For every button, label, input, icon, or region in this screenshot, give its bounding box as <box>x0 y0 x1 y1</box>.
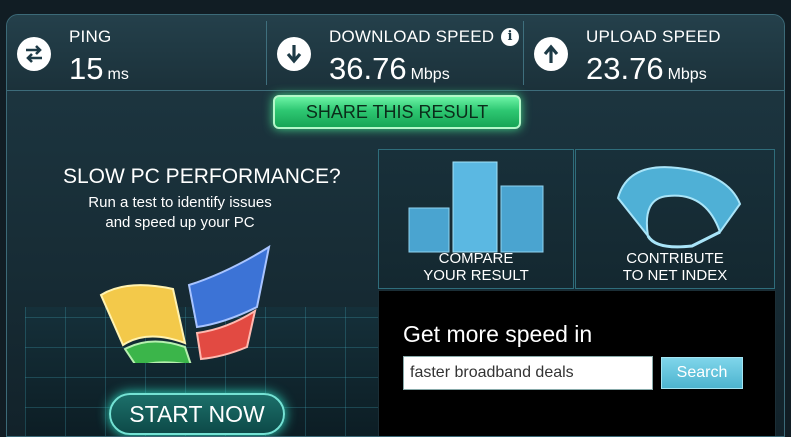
broadband-ad: Get more speed in Search <box>378 290 776 436</box>
download-number: 36.76 <box>329 51 407 86</box>
ping-unit: ms <box>107 66 129 83</box>
contribute-net-index-tile[interactable]: CONTRIBUTE TO NET INDEX <box>575 149 775 289</box>
results-panel: PING 15 ms DOWNLOAD SPEED i 36.76 Mbps U… <box>6 14 785 437</box>
ping-label: PING <box>69 27 112 46</box>
compare-label-line2: YOUR RESULT <box>423 267 529 284</box>
start-now-button[interactable]: START NOW <box>109 393 285 435</box>
contribute-label: CONTRIBUTE TO NET INDEX <box>576 250 774 284</box>
promo-subtitle-line2: and speed up your PC <box>105 214 255 231</box>
compare-result-tile[interactable]: COMPARE YOUR RESULT <box>378 149 574 289</box>
contribute-label-line1: CONTRIBUTE <box>626 250 724 267</box>
info-icon[interactable]: i <box>501 28 519 46</box>
download-value: 36.76 Mbps <box>329 51 450 87</box>
download-stat: DOWNLOAD SPEED i 36.76 Mbps <box>267 15 523 91</box>
share-result-button[interactable]: SHARE THIS RESULT <box>273 95 521 129</box>
promo-subtitle-line1: Run a test to identify issues <box>88 194 272 211</box>
upload-unit: Mbps <box>667 66 707 83</box>
compare-label-line1: COMPARE <box>438 250 514 267</box>
download-label: DOWNLOAD SPEED <box>329 27 495 46</box>
bar-chart-icon <box>408 161 544 253</box>
swap-arrows-icon <box>17 37 51 71</box>
compare-label: COMPARE YOUR RESULT <box>379 250 573 284</box>
stats-bar: PING 15 ms DOWNLOAD SPEED i 36.76 Mbps U… <box>7 15 784 91</box>
upload-value: 23.76 Mbps <box>586 51 707 87</box>
pc-performance-promo: SLOW PC PERFORMANCE? Run a test to ident… <box>25 157 385 436</box>
upload-label: UPLOAD SPEED <box>586 27 721 46</box>
contribute-label-line2: TO NET INDEX <box>622 267 728 284</box>
upload-arrow-icon <box>534 37 568 71</box>
download-arrow-icon <box>277 37 311 71</box>
ad-search-button[interactable]: Search <box>661 357 743 389</box>
speedtest-window: PING 15 ms DOWNLOAD SPEED i 36.76 Mbps U… <box>0 0 791 437</box>
download-unit: Mbps <box>410 66 450 83</box>
windows-logo-icon <box>99 244 271 363</box>
ad-search-input[interactable] <box>403 356 653 390</box>
upload-number: 23.76 <box>586 51 664 86</box>
ad-title: Get more speed in <box>403 321 593 347</box>
promo-title: SLOW PC PERFORMANCE? <box>63 165 341 188</box>
ping-stat: PING 15 ms <box>7 15 265 91</box>
net-index-icon <box>616 166 742 249</box>
ping-number: 15 <box>69 51 104 86</box>
upload-stat: UPLOAD SPEED 23.76 Mbps <box>524 15 784 91</box>
ping-value: 15 ms <box>69 51 129 87</box>
